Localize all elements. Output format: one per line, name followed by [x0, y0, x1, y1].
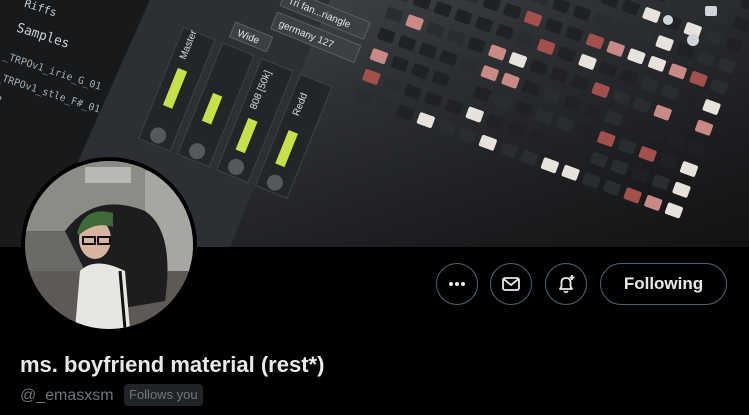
following-button[interactable]: Following: [600, 263, 727, 305]
message-button[interactable]: [490, 263, 532, 305]
display-name: ms. boyfriend material (rest*): [20, 352, 325, 377]
follows-you-badge: Follows you: [124, 384, 203, 406]
bell-plus-icon: [559, 275, 575, 294]
notifications-button[interactable]: [545, 263, 587, 305]
avatar-image: [25, 161, 193, 329]
more-button[interactable]: [436, 263, 478, 305]
avatar[interactable]: [21, 157, 197, 333]
more-dots-icon: [449, 282, 465, 286]
user-handle[interactable]: @_emasxsm: [20, 387, 114, 405]
envelope-icon: [502, 277, 520, 291]
